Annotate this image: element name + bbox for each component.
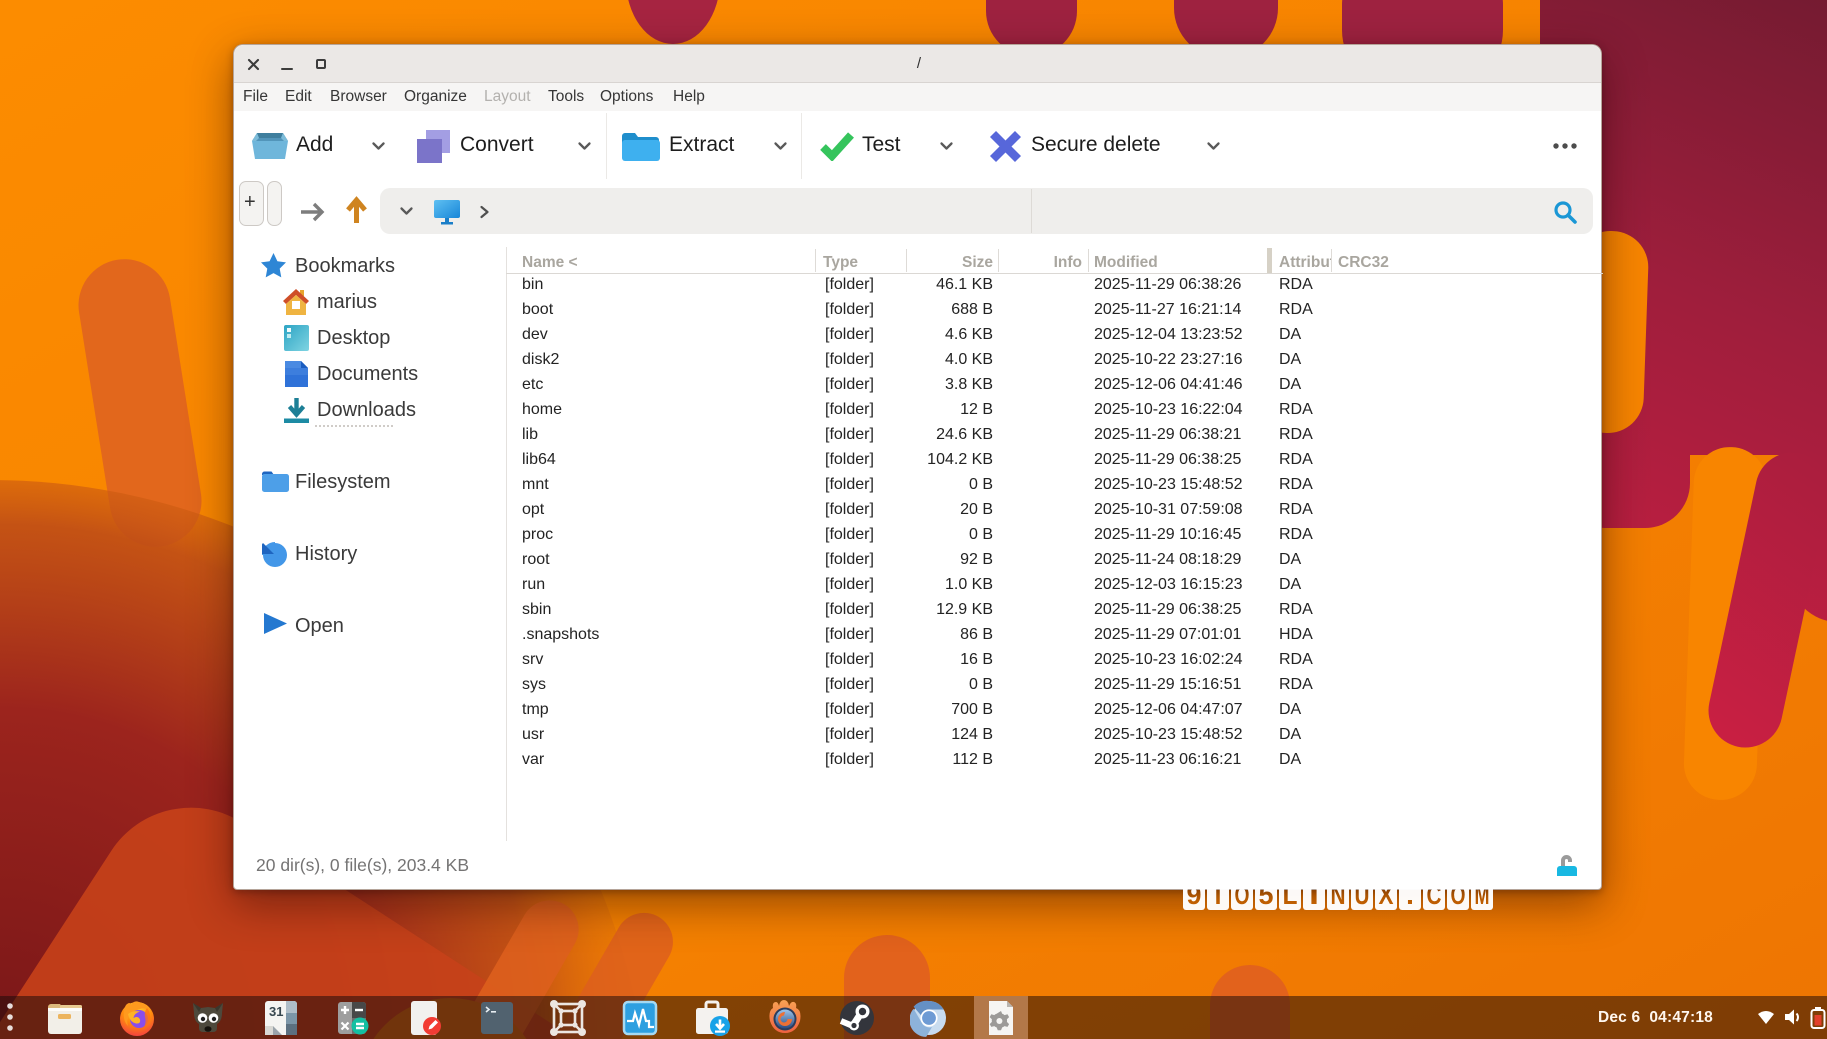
- svg-text:31: 31: [269, 1004, 283, 1019]
